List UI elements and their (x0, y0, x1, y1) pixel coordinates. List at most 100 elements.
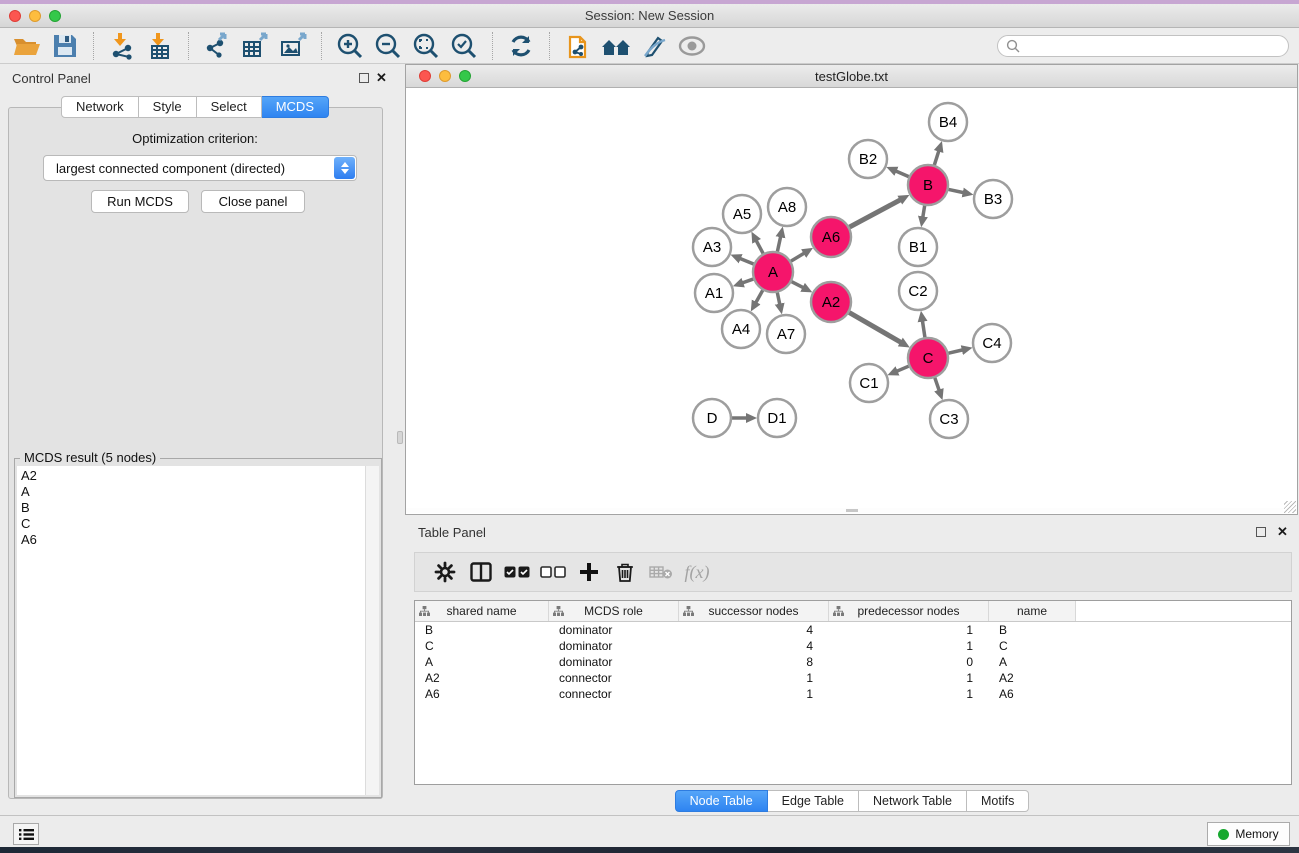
refresh-button[interactable] (504, 31, 538, 61)
tab-select[interactable]: Select (197, 96, 262, 118)
tab-network[interactable]: Network (61, 96, 139, 118)
table-cell[interactable]: 4 (679, 638, 829, 654)
open-button[interactable] (10, 31, 44, 61)
table-row[interactable]: A6connector11A6 (415, 686, 1291, 702)
show-panels-button[interactable] (13, 823, 39, 845)
first-neighbors-button[interactable] (599, 31, 633, 61)
graph-edge-C-C3[interactable] (935, 378, 940, 392)
graph-node-A5[interactable]: A5 (723, 195, 761, 233)
table-cell[interactable]: dominator (549, 654, 679, 670)
node-table[interactable]: shared nameMCDS rolesuccessor nodesprede… (414, 600, 1292, 785)
tab-style[interactable]: Style (139, 96, 197, 118)
result-list-item[interactable]: A6 (21, 532, 365, 548)
graph-node-A8[interactable]: A8 (768, 188, 806, 226)
search-input[interactable] (1020, 39, 1270, 53)
zoom-fit-button[interactable] (409, 31, 443, 61)
table-cell[interactable]: 1 (679, 670, 829, 686)
search-field[interactable] (997, 35, 1289, 57)
graph-node-B3[interactable]: B3 (974, 180, 1012, 218)
graph-node-A7[interactable]: A7 (767, 315, 805, 353)
graph-edge-A-A3[interactable] (739, 258, 754, 264)
graph-node-C4[interactable]: C4 (973, 324, 1011, 362)
network-canvas[interactable]: B4B2BB3A5A8A6B1A3AC2A1A2A4A7C4CC1C3DD1 (406, 88, 1297, 509)
import-network-button[interactable] (105, 31, 139, 61)
graph-edge-A6-B[interactable] (850, 199, 902, 227)
graph-edge-A-A7[interactable] (777, 293, 780, 306)
graph-node-D1[interactable]: D1 (758, 399, 796, 437)
graph-node-A4[interactable]: A4 (722, 310, 760, 348)
result-list-item[interactable]: A (21, 484, 365, 500)
graph-edge-B-B1[interactable] (923, 206, 925, 219)
column-header-shared-name[interactable]: shared name (415, 601, 549, 621)
column-header-predecessor-nodes[interactable]: predecessor nodes (829, 601, 989, 621)
run-mcds-button[interactable]: Run MCDS (91, 190, 189, 213)
graph-edge-A-A4[interactable] (755, 290, 763, 303)
table-cell[interactable]: 1 (829, 686, 989, 702)
tab-node-table[interactable]: Node Table (675, 790, 768, 812)
delete-row-button[interactable] (607, 557, 643, 587)
save-button[interactable] (48, 31, 82, 61)
column-header-name[interactable]: name (989, 601, 1076, 621)
duplicate-network-button[interactable] (561, 31, 595, 61)
resize-grip-icon[interactable] (1284, 501, 1296, 513)
table-cell[interactable]: A2 (415, 670, 549, 686)
graph-edge-A-A2[interactable] (792, 282, 805, 289)
table-cell[interactable]: 1 (679, 686, 829, 702)
mcds-result-list[interactable]: A2ABCA6 (17, 466, 366, 795)
import-table-button[interactable] (143, 31, 177, 61)
graph-node-A1[interactable]: A1 (695, 274, 733, 312)
graph-edge-A-A5[interactable] (756, 240, 763, 254)
table-cell[interactable]: connector (549, 670, 679, 686)
table-cell[interactable]: B (415, 622, 549, 638)
split-divider-handle[interactable] (397, 431, 403, 444)
graph-node-B[interactable]: B (908, 165, 948, 205)
table-row[interactable]: Bdominator41B (415, 622, 1291, 638)
graph-edge-A-A8[interactable] (777, 235, 780, 251)
table-cell[interactable]: B (989, 622, 1076, 638)
network-hscrollbar[interactable] (406, 508, 1297, 513)
graph-node-B1[interactable]: B1 (899, 228, 937, 266)
export-image-button[interactable] (276, 31, 310, 61)
close-panel-icon[interactable]: ✕ (376, 70, 387, 86)
add-row-button[interactable] (571, 557, 607, 587)
graph-node-D[interactable]: D (693, 399, 731, 437)
select-all-button[interactable] (499, 557, 535, 587)
show-graphics-button[interactable] (675, 31, 709, 61)
column-header-successor-nodes[interactable]: successor nodes (679, 601, 829, 621)
table-cell[interactable]: 1 (829, 622, 989, 638)
network-window-titlebar[interactable]: testGlobe.txt (406, 65, 1297, 88)
close-table-panel-icon[interactable]: ✕ (1277, 524, 1288, 540)
table-cell[interactable]: C (415, 638, 549, 654)
result-list-item[interactable]: C (21, 516, 365, 532)
deselect-all-button[interactable] (535, 557, 571, 587)
close-panel-button[interactable]: Close panel (201, 190, 305, 213)
export-table-button[interactable] (238, 31, 272, 61)
result-list-scrollbar[interactable] (366, 466, 379, 795)
table-cell[interactable]: 4 (679, 622, 829, 638)
table-cell[interactable]: A6 (415, 686, 549, 702)
graph-edge-B-B2[interactable] (895, 171, 909, 177)
graph-node-A3[interactable]: A3 (693, 228, 731, 266)
graph-edge-A-A1[interactable] (741, 279, 753, 283)
graph-node-A[interactable]: A (753, 252, 793, 292)
graph-node-A6[interactable]: A6 (811, 217, 851, 257)
table-cell[interactable]: A6 (989, 686, 1076, 702)
graph-edge-C-C1[interactable] (896, 366, 909, 371)
tab-motifs[interactable]: Motifs (967, 790, 1029, 812)
zoom-selected-button[interactable] (447, 31, 481, 61)
graph-edge-B-B3[interactable] (949, 189, 965, 192)
hide-annotations-button[interactable] (637, 31, 671, 61)
table-settings-button[interactable] (427, 557, 463, 587)
tab-network-table[interactable]: Network Table (859, 790, 967, 812)
table-cell[interactable]: 8 (679, 654, 829, 670)
result-list-item[interactable]: A2 (21, 468, 365, 484)
table-cell[interactable]: 1 (829, 670, 989, 686)
graph-edge-C-C4[interactable] (948, 350, 963, 354)
graph-node-B4[interactable]: B4 (929, 103, 967, 141)
export-network-button[interactable] (200, 31, 234, 61)
graph-node-C3[interactable]: C3 (930, 400, 968, 438)
table-cell[interactable]: A2 (989, 670, 1076, 686)
graph-node-A2[interactable]: A2 (811, 282, 851, 322)
table-cell[interactable]: dominator (549, 638, 679, 654)
table-cell[interactable]: 1 (829, 638, 989, 654)
